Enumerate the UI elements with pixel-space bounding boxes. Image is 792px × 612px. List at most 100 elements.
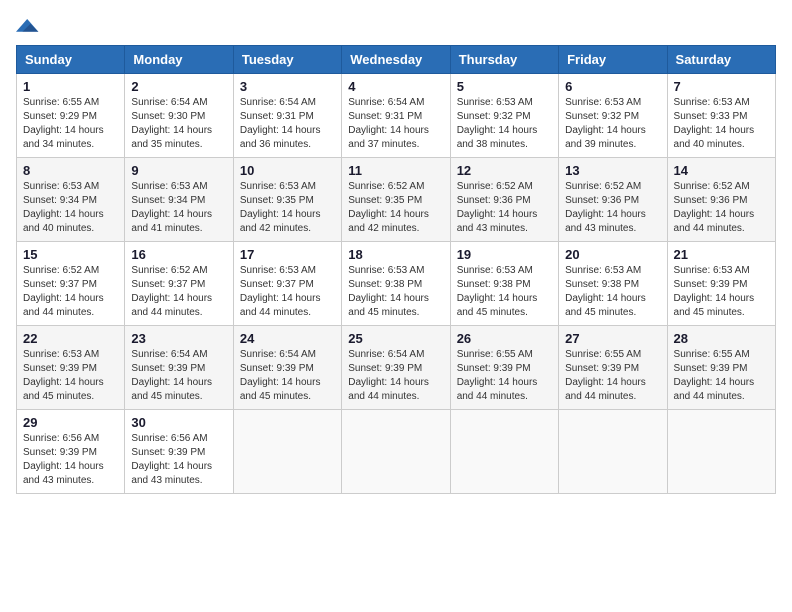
day-info: Sunrise: 6:52 AMSunset: 9:36 PMDaylight:… xyxy=(674,180,769,236)
day-info: Sunrise: 6:53 AMSunset: 9:38 PMDaylight:… xyxy=(565,264,660,320)
calendar-header-row: SundayMondayTuesdayWednesdayThursdayFrid… xyxy=(17,46,776,74)
day-info: Sunrise: 6:54 AMSunset: 9:39 PMDaylight:… xyxy=(348,348,443,404)
day-number: 4 xyxy=(348,79,443,94)
day-info: Sunrise: 6:56 AMSunset: 9:39 PMDaylight:… xyxy=(23,432,118,488)
day-info: Sunrise: 6:53 AMSunset: 9:39 PMDaylight:… xyxy=(23,348,118,404)
calendar-cell: 21 Sunrise: 6:53 AMSunset: 9:39 PMDayligh… xyxy=(667,242,775,326)
day-number: 25 xyxy=(348,331,443,346)
day-number: 18 xyxy=(348,247,443,262)
day-number: 8 xyxy=(23,163,118,178)
day-info: Sunrise: 6:52 AMSunset: 9:37 PMDaylight:… xyxy=(23,264,118,320)
calendar-cell xyxy=(450,410,558,494)
calendar-cell: 1 Sunrise: 6:55 AMSunset: 9:29 PMDaylight… xyxy=(17,74,125,158)
day-info: Sunrise: 6:55 AMSunset: 9:39 PMDaylight:… xyxy=(565,348,660,404)
calendar-cell: 8 Sunrise: 6:53 AMSunset: 9:34 PMDaylight… xyxy=(17,158,125,242)
day-number: 19 xyxy=(457,247,552,262)
day-number: 1 xyxy=(23,79,118,94)
calendar-cell: 14 Sunrise: 6:52 AMSunset: 9:36 PMDayligh… xyxy=(667,158,775,242)
day-number: 20 xyxy=(565,247,660,262)
day-number: 22 xyxy=(23,331,118,346)
calendar-cell: 22 Sunrise: 6:53 AMSunset: 9:39 PMDayligh… xyxy=(17,326,125,410)
day-info: Sunrise: 6:53 AMSunset: 9:32 PMDaylight:… xyxy=(565,96,660,152)
day-number: 27 xyxy=(565,331,660,346)
day-number: 5 xyxy=(457,79,552,94)
calendar-cell: 23 Sunrise: 6:54 AMSunset: 9:39 PMDayligh… xyxy=(125,326,233,410)
day-info: Sunrise: 6:55 AMSunset: 9:39 PMDaylight:… xyxy=(674,348,769,404)
day-header-saturday: Saturday xyxy=(667,46,775,74)
day-info: Sunrise: 6:53 AMSunset: 9:35 PMDaylight:… xyxy=(240,180,335,236)
day-info: Sunrise: 6:54 AMSunset: 9:39 PMDaylight:… xyxy=(240,348,335,404)
day-number: 17 xyxy=(240,247,335,262)
day-number: 13 xyxy=(565,163,660,178)
day-info: Sunrise: 6:53 AMSunset: 9:39 PMDaylight:… xyxy=(674,264,769,320)
calendar-cell: 10 Sunrise: 6:53 AMSunset: 9:35 PMDayligh… xyxy=(233,158,341,242)
day-info: Sunrise: 6:54 AMSunset: 9:30 PMDaylight:… xyxy=(131,96,226,152)
calendar-week-row: 22 Sunrise: 6:53 AMSunset: 9:39 PMDayligh… xyxy=(17,326,776,410)
page-header xyxy=(16,16,776,37)
day-info: Sunrise: 6:53 AMSunset: 9:34 PMDaylight:… xyxy=(131,180,226,236)
day-info: Sunrise: 6:53 AMSunset: 9:34 PMDaylight:… xyxy=(23,180,118,236)
day-info: Sunrise: 6:55 AMSunset: 9:39 PMDaylight:… xyxy=(457,348,552,404)
calendar-cell: 17 Sunrise: 6:53 AMSunset: 9:37 PMDayligh… xyxy=(233,242,341,326)
day-info: Sunrise: 6:52 AMSunset: 9:37 PMDaylight:… xyxy=(131,264,226,320)
calendar-cell: 29 Sunrise: 6:56 AMSunset: 9:39 PMDayligh… xyxy=(17,410,125,494)
calendar-cell: 30 Sunrise: 6:56 AMSunset: 9:39 PMDayligh… xyxy=(125,410,233,494)
day-header-thursday: Thursday xyxy=(450,46,558,74)
logo-icon xyxy=(16,17,40,37)
day-info: Sunrise: 6:54 AMSunset: 9:31 PMDaylight:… xyxy=(348,96,443,152)
day-info: Sunrise: 6:54 AMSunset: 9:39 PMDaylight:… xyxy=(131,348,226,404)
day-number: 7 xyxy=(674,79,769,94)
calendar-cell: 19 Sunrise: 6:53 AMSunset: 9:38 PMDayligh… xyxy=(450,242,558,326)
day-info: Sunrise: 6:55 AMSunset: 9:29 PMDaylight:… xyxy=(23,96,118,152)
calendar-cell: 16 Sunrise: 6:52 AMSunset: 9:37 PMDayligh… xyxy=(125,242,233,326)
day-header-monday: Monday xyxy=(125,46,233,74)
day-number: 28 xyxy=(674,331,769,346)
calendar-week-row: 1 Sunrise: 6:55 AMSunset: 9:29 PMDaylight… xyxy=(17,74,776,158)
calendar-cell: 7Sunrise: 6:53 AMSunset: 9:33 PMDaylight… xyxy=(667,74,775,158)
day-header-sunday: Sunday xyxy=(17,46,125,74)
day-info: Sunrise: 6:54 AMSunset: 9:31 PMDaylight:… xyxy=(240,96,335,152)
day-number: 10 xyxy=(240,163,335,178)
day-info: Sunrise: 6:52 AMSunset: 9:35 PMDaylight:… xyxy=(348,180,443,236)
calendar-cell: 12 Sunrise: 6:52 AMSunset: 9:36 PMDayligh… xyxy=(450,158,558,242)
calendar-cell: 28 Sunrise: 6:55 AMSunset: 9:39 PMDayligh… xyxy=(667,326,775,410)
calendar-cell xyxy=(559,410,667,494)
calendar-table: SundayMondayTuesdayWednesdayThursdayFrid… xyxy=(16,45,776,494)
day-number: 26 xyxy=(457,331,552,346)
day-number: 14 xyxy=(674,163,769,178)
calendar-cell: 3Sunrise: 6:54 AMSunset: 9:31 PMDaylight… xyxy=(233,74,341,158)
calendar-cell: 26 Sunrise: 6:55 AMSunset: 9:39 PMDayligh… xyxy=(450,326,558,410)
calendar-cell: 2 Sunrise: 6:54 AMSunset: 9:30 PMDaylight… xyxy=(125,74,233,158)
calendar-cell: 13 Sunrise: 6:52 AMSunset: 9:36 PMDayligh… xyxy=(559,158,667,242)
calendar-cell: 5 Sunrise: 6:53 AMSunset: 9:32 PMDaylight… xyxy=(450,74,558,158)
calendar-cell: 24Sunrise: 6:54 AMSunset: 9:39 PMDayligh… xyxy=(233,326,341,410)
calendar-cell: 4 Sunrise: 6:54 AMSunset: 9:31 PMDaylight… xyxy=(342,74,450,158)
calendar-cell: 18Sunrise: 6:53 AMSunset: 9:38 PMDayligh… xyxy=(342,242,450,326)
calendar-cell: 15 Sunrise: 6:52 AMSunset: 9:37 PMDayligh… xyxy=(17,242,125,326)
day-number: 21 xyxy=(674,247,769,262)
day-info: Sunrise: 6:53 AMSunset: 9:32 PMDaylight:… xyxy=(457,96,552,152)
calendar-week-row: 15 Sunrise: 6:52 AMSunset: 9:37 PMDayligh… xyxy=(17,242,776,326)
day-header-wednesday: Wednesday xyxy=(342,46,450,74)
day-info: Sunrise: 6:53 AMSunset: 9:37 PMDaylight:… xyxy=(240,264,335,320)
day-number: 23 xyxy=(131,331,226,346)
day-number: 12 xyxy=(457,163,552,178)
calendar-cell: 9Sunrise: 6:53 AMSunset: 9:34 PMDaylight… xyxy=(125,158,233,242)
calendar-cell: 11Sunrise: 6:52 AMSunset: 9:35 PMDayligh… xyxy=(342,158,450,242)
day-number: 16 xyxy=(131,247,226,262)
day-number: 15 xyxy=(23,247,118,262)
calendar-cell xyxy=(342,410,450,494)
calendar-cell: 20 Sunrise: 6:53 AMSunset: 9:38 PMDayligh… xyxy=(559,242,667,326)
calendar-week-row: 8 Sunrise: 6:53 AMSunset: 9:34 PMDaylight… xyxy=(17,158,776,242)
day-info: Sunrise: 6:52 AMSunset: 9:36 PMDaylight:… xyxy=(565,180,660,236)
day-info: Sunrise: 6:52 AMSunset: 9:36 PMDaylight:… xyxy=(457,180,552,236)
day-number: 6 xyxy=(565,79,660,94)
day-info: Sunrise: 6:53 AMSunset: 9:38 PMDaylight:… xyxy=(457,264,552,320)
day-number: 29 xyxy=(23,415,118,430)
day-info: Sunrise: 6:56 AMSunset: 9:39 PMDaylight:… xyxy=(131,432,226,488)
calendar-cell xyxy=(667,410,775,494)
calendar-cell: 25 Sunrise: 6:54 AMSunset: 9:39 PMDayligh… xyxy=(342,326,450,410)
day-number: 30 xyxy=(131,415,226,430)
day-number: 2 xyxy=(131,79,226,94)
calendar-cell: 6 Sunrise: 6:53 AMSunset: 9:32 PMDaylight… xyxy=(559,74,667,158)
